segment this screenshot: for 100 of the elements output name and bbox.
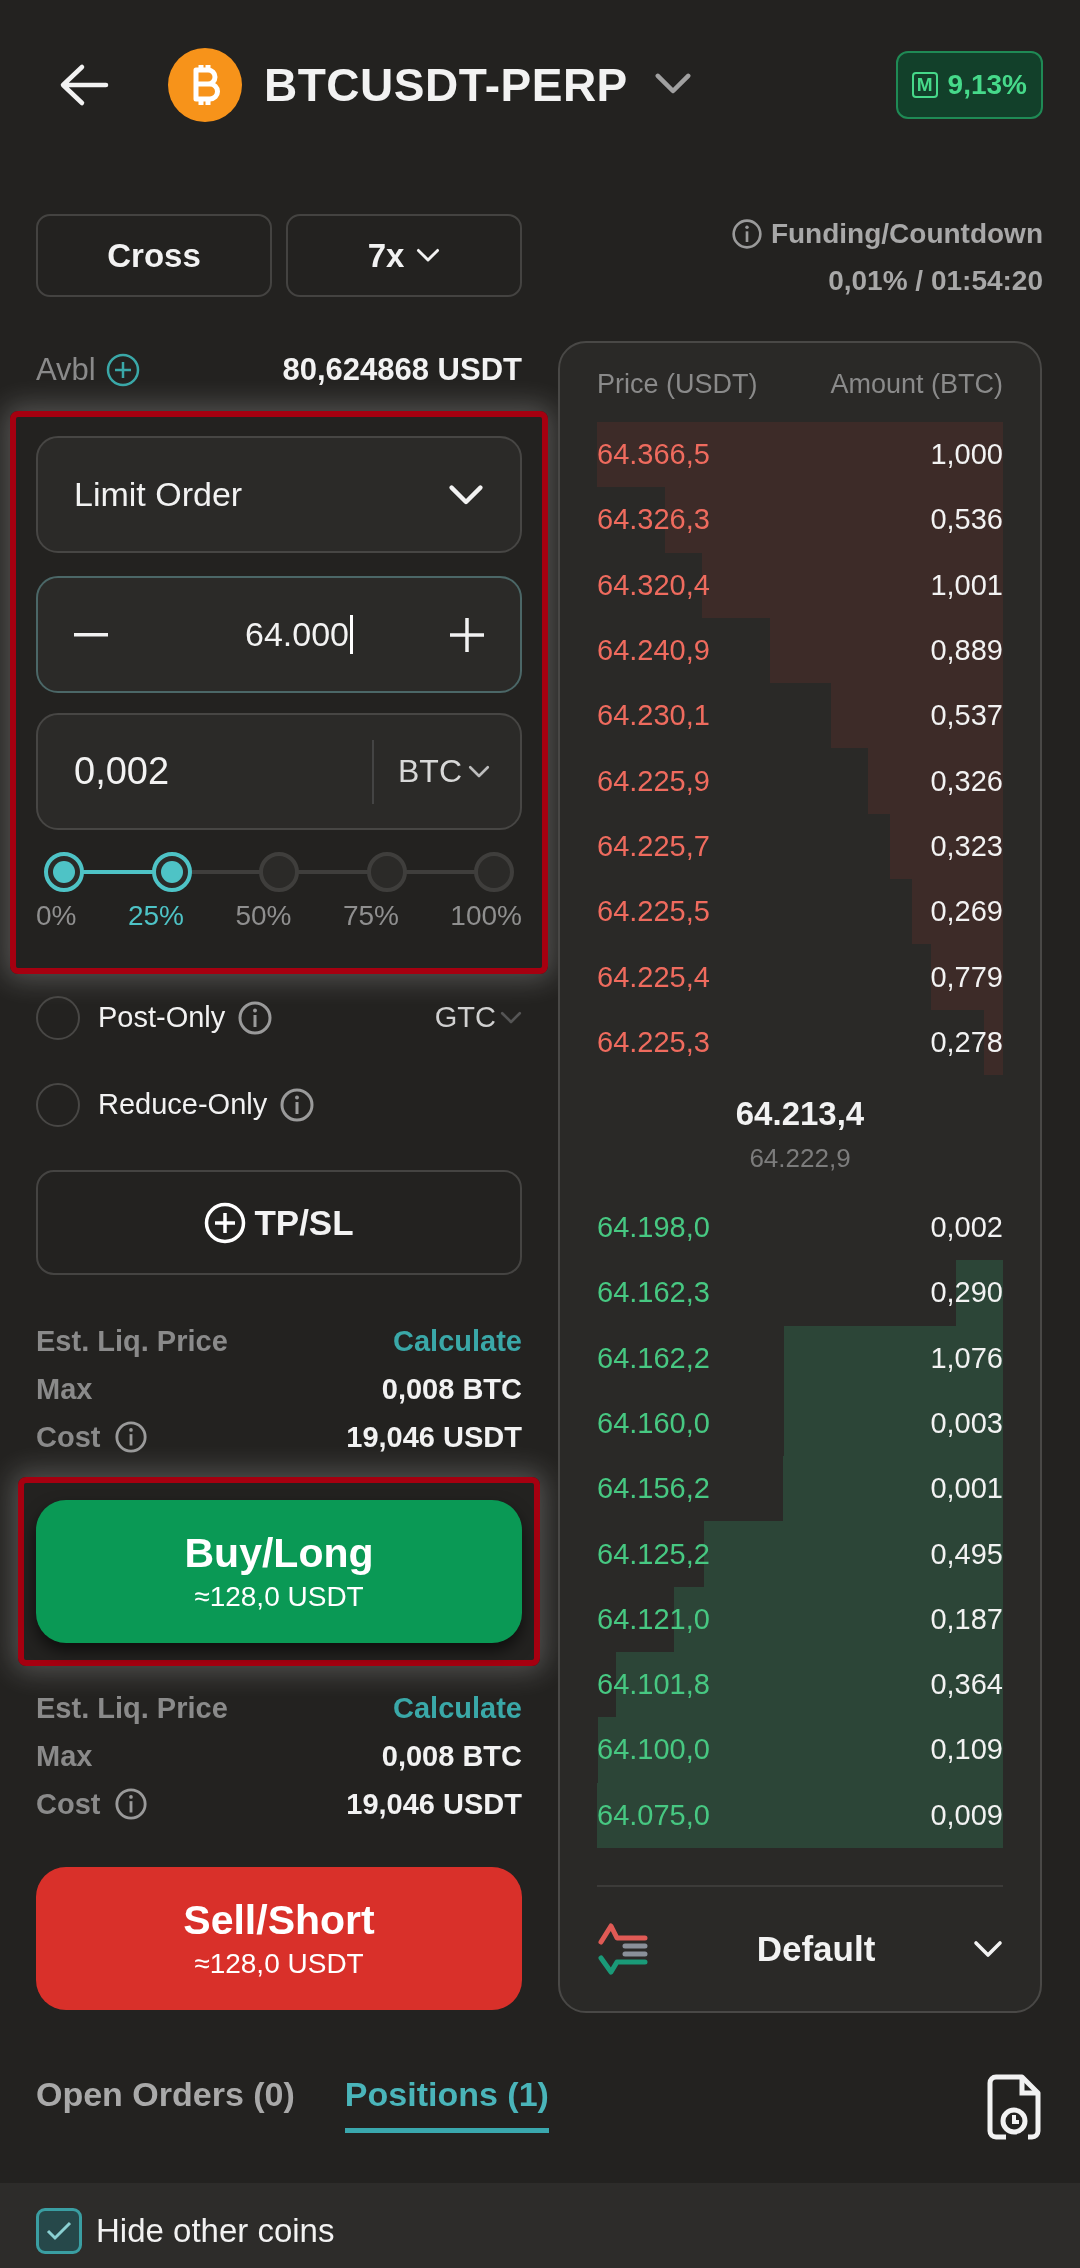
slider-stop[interactable]	[366, 852, 407, 892]
order-book-row[interactable]: 64.225,7 0,323	[597, 813, 1003, 880]
option-label: Post-Only	[98, 1001, 226, 1034]
amount-cell: 0,009	[930, 1798, 1003, 1832]
amount-cell: 0,002	[930, 1211, 1003, 1245]
view-selector[interactable]: Default	[659, 1929, 973, 1969]
tp-sl-button[interactable]: TP/SL	[36, 1170, 522, 1275]
info-label: Est. Liq. Price	[36, 1691, 228, 1725]
history-document-icon[interactable]	[986, 2073, 1044, 2143]
option-checkbox[interactable]	[36, 995, 80, 1040]
available-label: Avbl	[36, 352, 96, 388]
order-book-row[interactable]: 64.326,3 0,536	[597, 487, 1003, 553]
order-book-row[interactable]: 64.100,0 0,109	[597, 1717, 1003, 1783]
chevron-down-icon	[653, 71, 692, 95]
order-type-dropdown[interactable]: Limit Order	[36, 436, 522, 553]
percent-label[interactable]: 25%	[127, 900, 184, 932]
price-cell[interactable]: 64.225,3	[597, 1025, 710, 1059]
plus-icon[interactable]	[450, 617, 484, 652]
column-header: Price (USDT)	[597, 369, 758, 400]
order-book-row[interactable]: 64.162,2 1,076	[597, 1325, 1003, 1391]
slider-stop[interactable]	[474, 852, 514, 892]
margin-mode-button[interactable]: Cross	[36, 214, 272, 297]
chevron-down-icon	[448, 483, 484, 506]
order-book-row[interactable]: 64.225,5 0,269	[597, 879, 1003, 945]
time-in-force-selector[interactable]: GTC	[434, 1001, 496, 1034]
calculate-link[interactable]: Calculate	[393, 1324, 522, 1358]
funding-label: Funding/Countdown	[770, 217, 1043, 251]
percent-label[interactable]: 0%	[36, 900, 77, 932]
percent-label[interactable]: 50%	[235, 900, 292, 932]
slider-stop[interactable]	[44, 852, 84, 892]
price-cell[interactable]: 64.101,8	[597, 1668, 710, 1702]
calculate-link[interactable]: Calculate	[393, 1691, 522, 1725]
chevron-down-icon	[500, 1010, 522, 1025]
option-checkbox[interactable]	[36, 1082, 80, 1127]
info-icon[interactable]	[279, 1086, 316, 1123]
price-cell[interactable]: 64.075,0	[597, 1798, 710, 1832]
order-book-row[interactable]: 64.240,9 0,889	[597, 617, 1003, 684]
info-icon[interactable]	[237, 999, 274, 1036]
price-cell[interactable]: 64.240,9	[597, 634, 710, 668]
slider-stop[interactable]	[151, 852, 192, 892]
amount-field[interactable]: 0,002 BTC	[36, 713, 522, 830]
order-book-row[interactable]: 64.225,9 0,326	[597, 748, 1003, 814]
order-book-row[interactable]: 64.075,0 0,009	[597, 1782, 1003, 1848]
column-header: Amount (BTC)	[830, 369, 1003, 400]
price-cell[interactable]: 64.366,5	[597, 438, 710, 472]
tab[interactable]: Positions (1)	[344, 2053, 549, 2133]
price-field[interactable]: 64.000	[36, 576, 522, 693]
amount-cell: 0,323	[930, 829, 1003, 863]
tab[interactable]: Open Orders (0)	[36, 2053, 295, 2133]
price-cell[interactable]: 64.100,0	[597, 1733, 710, 1767]
symbol-title[interactable]: BTCUSDT-PERP	[264, 58, 628, 112]
info-label: Est. Liq. Price	[36, 1324, 228, 1358]
order-book-row[interactable]: 64.101,8 0,364	[597, 1652, 1003, 1718]
percent-label[interactable]: 75%	[342, 900, 399, 932]
sell-button[interactable]: Sell/Short ≈128,0 USDT	[36, 1867, 522, 2010]
price-cell[interactable]: 64.225,9	[597, 764, 710, 798]
leverage-button[interactable]: 7x	[286, 214, 522, 297]
filter-label: Hide other coins	[96, 2211, 335, 2250]
minus-icon[interactable]	[74, 632, 108, 637]
coin-logo-icon	[168, 48, 242, 122]
order-book-row[interactable]: 64.162,3 0,290	[597, 1260, 1003, 1326]
filter-checkbox[interactable]	[36, 2207, 82, 2254]
price-cell[interactable]: 64.326,3	[597, 503, 710, 537]
info-icon[interactable]	[730, 217, 763, 250]
order-book-row[interactable]: 64.121,0 0,187	[597, 1586, 1003, 1653]
order-book-row[interactable]: 64.230,1 0,537	[597, 683, 1003, 749]
price-cell[interactable]: 64.125,2	[597, 1537, 710, 1571]
price-cell[interactable]: 64.225,5	[597, 895, 710, 929]
price-cell[interactable]: 64.162,2	[597, 1341, 710, 1375]
price-cell[interactable]: 64.121,0	[597, 1602, 710, 1636]
info-icon[interactable]	[114, 1420, 149, 1454]
info-icon[interactable]	[114, 1787, 149, 1821]
order-book-row[interactable]: 64.125,2 0,495	[597, 1521, 1003, 1587]
amount-cell: 0,889	[930, 634, 1003, 668]
order-book-row[interactable]: 64.320,4 1,001	[597, 552, 1003, 618]
unit-selector[interactable]: BTC	[372, 739, 490, 804]
back-arrow-icon[interactable]	[58, 63, 110, 107]
percent-label[interactable]: 100%	[450, 900, 522, 932]
buy-button[interactable]: Buy/Long ≈128,0 USDT	[36, 1500, 522, 1643]
price-cell[interactable]: 64.225,4	[597, 960, 710, 994]
order-book-row[interactable]: 64.156,2 0,001	[597, 1456, 1003, 1522]
price-cell[interactable]: 64.160,0	[597, 1407, 710, 1440]
price-cell[interactable]: 64.320,4	[597, 568, 710, 602]
add-circle-icon[interactable]	[105, 353, 140, 387]
amount-cell: 0,187	[930, 1602, 1003, 1636]
price-cell[interactable]: 64.198,0	[597, 1211, 710, 1245]
order-book-row[interactable]: 64.225,3 0,278	[597, 1009, 1003, 1075]
slider-stop[interactable]	[259, 852, 299, 892]
info-label: Max	[36, 1372, 93, 1406]
price-cell[interactable]: 64.162,3	[597, 1276, 710, 1310]
order-book-row[interactable]: 64.225,4 0,779	[597, 944, 1003, 1010]
percent-slider[interactable]	[44, 852, 514, 892]
price-cell[interactable]: 64.225,7	[597, 829, 710, 863]
order-book-row[interactable]: 64.366,5 1,000	[597, 422, 1003, 488]
info-value: 19,046 USDT	[346, 1787, 522, 1821]
order-book-row[interactable]: 64.160,0 0,003	[597, 1390, 1003, 1457]
price-cell[interactable]: 64.230,1	[597, 699, 710, 733]
info-value: 0,008 BTC	[381, 1372, 522, 1406]
amount-cell: 0,536	[930, 503, 1003, 537]
price-cell[interactable]: 64.156,2	[597, 1472, 710, 1506]
